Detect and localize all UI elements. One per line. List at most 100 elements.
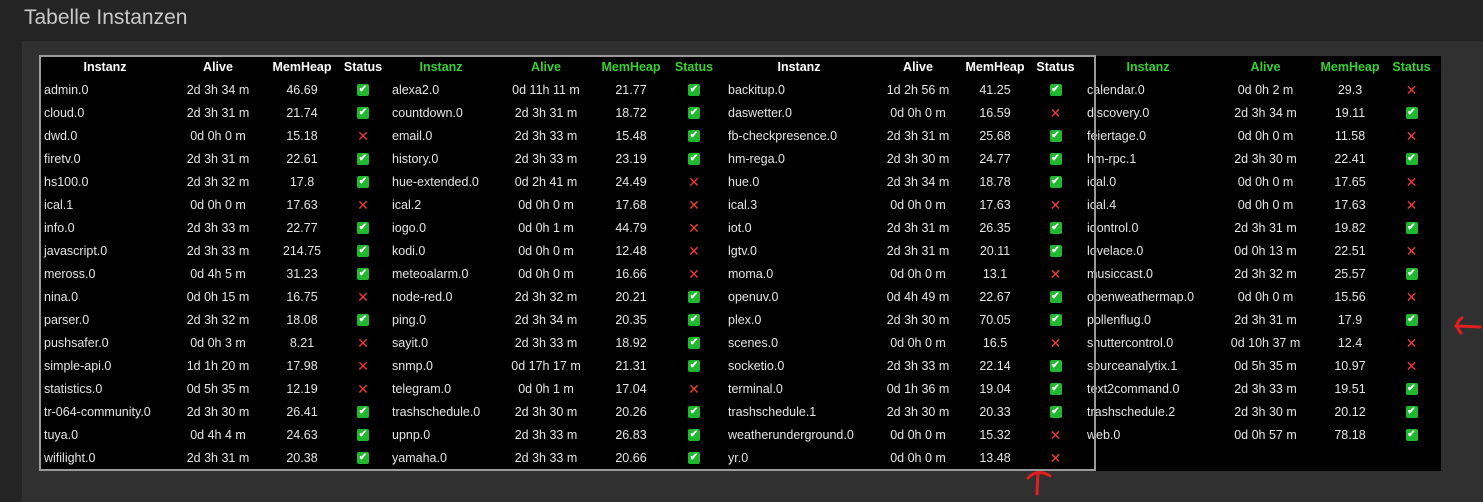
cross-icon: ✕: [1405, 128, 1418, 145]
cross-icon: ✕: [1405, 358, 1418, 375]
cross-icon: ✕: [1405, 82, 1418, 99]
check-icon: ✔: [1405, 383, 1418, 396]
memheap-value: 19.51: [1334, 381, 1366, 396]
cross-icon: ✕: [1405, 289, 1418, 306]
instance-name: text2command.0: [1087, 381, 1180, 396]
instance-name: feiertage.0: [1087, 128, 1147, 143]
check-icon: ✔: [1405, 153, 1418, 166]
alive-value: 2d 3h 32 m: [1234, 266, 1297, 281]
instance-name: discovery.0: [1087, 105, 1150, 120]
status-cell: ✕: [1382, 239, 1441, 262]
cross-icon: ✕: [1405, 197, 1418, 214]
memheap-value: 10.97: [1334, 358, 1366, 373]
memheap-value: 29.3: [1337, 82, 1363, 97]
instance-name: sourceanalytix.1: [1087, 358, 1178, 373]
alive-value: 0d 5h 35 m: [1234, 358, 1297, 373]
status-cell: ✕: [1382, 285, 1441, 308]
cross-icon: ✕: [1405, 335, 1418, 352]
alive-value: 2d 3h 31 m: [1234, 312, 1297, 327]
status-cell: ✕: [1382, 354, 1441, 377]
memheap-value: 78.18: [1334, 427, 1366, 442]
table-row: discovery.0 2d 3h 34 m 19.11 ✔: [1083, 101, 1441, 124]
cross-icon: ✕: [1405, 243, 1418, 260]
memheap-value: 12.4: [1337, 335, 1363, 350]
table-row: ical.0 0d 0h 0 m 17.65 ✕: [1083, 170, 1441, 193]
table-row: shuttercontrol.0 0d 10h 37 m 12.4 ✕: [1083, 331, 1441, 354]
status-cell: ✕: [1382, 78, 1441, 101]
page-title: Tabelle Instanzen: [24, 6, 188, 29]
table-row: hm-rpc.1 2d 3h 30 m 22.41 ✔: [1083, 147, 1441, 170]
column-header-instanz[interactable]: Instanz: [1083, 56, 1213, 78]
status-cell: ✕: [1382, 193, 1441, 216]
table-row: ical.4 0d 0h 0 m 17.63 ✕: [1083, 193, 1441, 216]
check-icon: ✔: [1405, 268, 1418, 281]
status-cell: ✔: [1382, 308, 1441, 331]
column-header-memheap[interactable]: MemHeap: [1318, 56, 1382, 78]
check-icon: ✔: [1405, 314, 1418, 327]
instance-name: lovelace.0: [1087, 243, 1144, 258]
instance-name: ical.0: [1087, 174, 1117, 189]
alive-value: 0d 0h 0 m: [1237, 128, 1294, 143]
check-icon: ✔: [1405, 406, 1418, 419]
status-cell: ✔: [1382, 101, 1441, 124]
instance-name: iqontrol.0: [1087, 220, 1139, 235]
alive-value: 2d 3h 30 m: [1234, 151, 1297, 166]
table-row: openweathermap.0 0d 0h 0 m 15.56 ✕: [1083, 285, 1441, 308]
memheap-value: 17.65: [1334, 174, 1366, 189]
instance-name: calendar.0: [1087, 82, 1145, 97]
alive-value: 0d 0h 0 m: [1237, 289, 1294, 304]
memheap-value: 25.57: [1334, 266, 1366, 281]
instance-table-block: Instanz Alive MemHeap Status calendar.0 0d 0h…: [1083, 56, 1441, 446]
status-cell: ✔: [1382, 423, 1441, 446]
status-cell: ✔: [1382, 216, 1441, 239]
annotation-arrow-up: [1026, 471, 1052, 496]
instance-name: pollenflug.0: [1087, 312, 1151, 327]
instance-name: openweathermap.0: [1087, 289, 1195, 304]
memheap-value: 17.63: [1334, 197, 1366, 212]
status-cell: ✕: [1382, 331, 1441, 354]
column-header-alive[interactable]: Alive: [1213, 56, 1318, 78]
memheap-value: 11.58: [1334, 128, 1366, 143]
status-cell: ✔: [1382, 377, 1441, 400]
cross-icon: ✕: [1405, 174, 1418, 191]
alive-value: 2d 3h 31 m: [1234, 220, 1297, 235]
table-row: iqontrol.0 2d 3h 31 m 19.82 ✔: [1083, 216, 1441, 239]
status-cell: ✔: [1382, 400, 1441, 423]
memheap-value: 22.41: [1334, 151, 1366, 166]
alive-value: 0d 0h 2 m: [1237, 82, 1294, 97]
annotation-arrow-left: [1454, 316, 1482, 335]
instance-name: shuttercontrol.0: [1087, 335, 1174, 350]
instance-name: trashschedule.2: [1087, 404, 1176, 419]
status-cell: ✔: [1382, 147, 1441, 170]
column-header-status[interactable]: Status: [1382, 56, 1441, 78]
instance-name: ical.4: [1087, 197, 1117, 212]
table-row: calendar.0 0d 0h 2 m 29.3 ✕: [1083, 78, 1441, 101]
status-cell: ✕: [1382, 170, 1441, 193]
instance-name: web.0: [1087, 427, 1121, 442]
memheap-value: 19.11: [1334, 105, 1366, 120]
alive-value: 0d 0h 13 m: [1234, 243, 1297, 258]
alive-value: 0d 0h 0 m: [1237, 197, 1294, 212]
table-row: feiertage.0 0d 0h 0 m 11.58 ✕: [1083, 124, 1441, 147]
table-row: sourceanalytix.1 0d 5h 35 m 10.97 ✕: [1083, 354, 1441, 377]
header-row: Instanz Alive MemHeap Status: [1083, 56, 1441, 78]
alive-value: 2d 3h 30 m: [1234, 404, 1297, 419]
alive-value: 0d 0h 0 m: [1237, 174, 1294, 189]
check-icon: ✔: [1405, 107, 1418, 120]
memheap-value: 15.56: [1334, 289, 1366, 304]
alive-value: 0d 0h 57 m: [1234, 427, 1297, 442]
alive-value: 2d 3h 34 m: [1234, 105, 1297, 120]
table-row: musiccast.0 2d 3h 32 m 25.57 ✔: [1083, 262, 1441, 285]
table-row: lovelace.0 0d 0h 13 m 22.51 ✕: [1083, 239, 1441, 262]
instance-name: musiccast.0: [1087, 266, 1153, 281]
memheap-value: 20.12: [1334, 404, 1366, 419]
alive-value: 0d 10h 37 m: [1230, 335, 1301, 350]
highlight-frame: [39, 55, 1096, 471]
check-icon: ✔: [1405, 429, 1418, 442]
status-cell: ✔: [1382, 262, 1441, 285]
check-icon: ✔: [1405, 222, 1418, 235]
memheap-value: 19.82: [1334, 220, 1366, 235]
table-row: text2command.0 2d 3h 33 m 19.51 ✔: [1083, 377, 1441, 400]
instance-name: hm-rpc.1: [1087, 151, 1137, 166]
memheap-value: 17.9: [1337, 312, 1363, 327]
